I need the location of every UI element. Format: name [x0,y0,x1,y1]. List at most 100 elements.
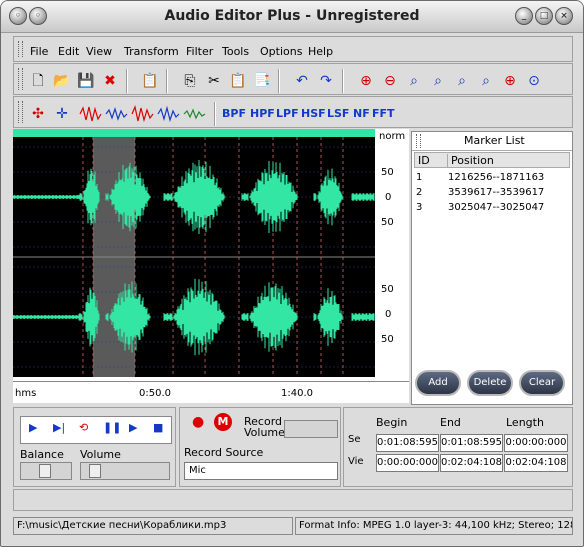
hpf-button[interactable]: HPF [250,107,275,120]
marker-list-title: Marker List [464,134,525,147]
add-marker-button[interactable]: Add [415,370,461,396]
selection-begin-field[interactable]: 0:01:08:595 [376,434,439,452]
copy-icon[interactable]: ⎘ [180,71,200,91]
record-volume-slider[interactable] [284,420,338,438]
marker-row[interactable]: 3 3025047--3025047 [416,202,544,213]
slider-thumb[interactable] [89,464,101,478]
scale-label: 50 [381,284,394,295]
slider-thumb[interactable] [39,464,51,478]
marker-columns: ID Position [414,152,570,168]
marker-list-header: Marker List [412,132,572,151]
zoom-out-icon[interactable]: ⊖ [380,71,400,91]
waveform-view[interactable] [12,137,375,377]
zoom-in-icon[interactable]: ⊕ [356,71,376,91]
menu-edit[interactable]: Edit [58,45,79,58]
record-panel: ● M Record Volume Record Source Mic [179,407,341,487]
scale-label: 50 [381,167,394,178]
time-label: 0:50.0 [139,388,171,399]
split-channel-icon[interactable]: ✛ [52,104,72,124]
properties-icon[interactable]: 📋 [140,71,160,91]
zoom-full-icon[interactable]: ⌕ [428,71,448,91]
view-end-field[interactable]: 0:02:04:108 [440,454,503,472]
bpf-button[interactable]: BPF [222,107,246,120]
close-button[interactable]: × [555,7,573,25]
lpf-button[interactable]: LPF [276,107,299,120]
paste-mix-icon[interactable]: 📑 [252,71,272,91]
open-file-icon[interactable]: 📂 [52,71,72,91]
empty-toolbar [13,489,573,511]
selection-length-field[interactable]: 0:00:00:000 [504,434,568,452]
record-source-select[interactable]: Mic [184,462,338,480]
maximize-button[interactable]: □ [535,7,553,25]
menu-view[interactable]: View [86,45,112,58]
menu-filter[interactable]: Filter [186,45,213,58]
volume-slider[interactable] [80,462,170,480]
clear-markers-button[interactable]: Clear [519,370,565,396]
channel-swap-icon[interactable]: ✣ [28,104,48,124]
marker-row[interactable]: 1 1216256--1871163 [416,172,544,183]
column-position[interactable]: Position [447,154,494,167]
toolbar-separator [342,69,344,93]
format-info-status: Format Info: MPEG 1.0 layer-3: 44,100 kH… [295,517,573,535]
menu-file[interactable]: File [30,45,48,58]
view-begin-field[interactable]: 0:00:00:000 [376,454,439,472]
paste-icon[interactable]: 📋 [228,71,248,91]
toolbar-separator [126,69,128,93]
volume-label: Volume [80,448,121,461]
fft-button[interactable]: FFT [372,107,395,120]
zoom-reset-icon[interactable]: ⊙ [524,71,544,91]
pause-icon[interactable]: ❚❚ [103,421,121,434]
save-icon[interactable]: 💾 [76,71,96,91]
new-file-icon[interactable]: 🗋 [28,71,48,91]
menu-tools[interactable]: Tools [222,45,249,58]
title-bar: ◦ ◦ Audio Editor Plus - Unregistered _ □… [1,1,583,33]
amplitude-scale: norm 50 0 50 50 0 50 [375,129,409,377]
window-title: Audio Editor Plus - Unregistered [164,8,420,24]
loop-play-icon[interactable]: ⟲ [79,421,88,434]
balance-slider[interactable] [20,462,72,480]
view-row-label: Vie [348,456,364,467]
view-length-field[interactable]: 0:02:04:108 [504,454,568,472]
monitor-icon[interactable]: M [214,413,232,431]
transport-panel: ▶ ▶| ⟲ ❚❚ ▶ ■ Balance Volume [13,407,176,487]
ruler-ticks [13,377,409,382]
nf-button[interactable]: NF [353,107,370,120]
stop-icon[interactable]: ■ [153,421,163,434]
effects-toolbar: ✣ ✛ BPF HPF LPF HSF LSF NF FFT [13,96,573,128]
minimize-button[interactable]: _ [515,7,533,25]
menu-grip [18,41,23,57]
menu-help[interactable]: Help [308,45,333,58]
waveform-channel [12,278,375,356]
scale-label: 50 [381,217,394,228]
marker-row[interactable]: 2 3539617--3539617 [416,187,544,198]
selection-end-field[interactable]: 0:01:08:595 [440,434,503,452]
zoom-fit-icon[interactable]: ⊕ [500,71,520,91]
record-source-label: Record Source [184,446,264,459]
hsf-button[interactable]: HSF [301,107,326,120]
transport-buttons: ▶ ▶| ⟲ ❚❚ ▶ ■ [20,416,172,444]
menu-transform[interactable]: Transform [124,45,179,58]
play-to-end-icon[interactable]: ▶| [53,421,65,434]
column-id[interactable]: ID [418,154,430,167]
zoom-vertical-in-icon[interactable]: ⌕ [452,71,472,91]
delete-marker-button[interactable]: Delete [467,370,513,396]
redo-icon[interactable]: ↷ [316,71,336,91]
scale-label: 50 [381,334,394,345]
menu-options[interactable]: Options [260,45,302,58]
overview-bar[interactable] [13,129,375,137]
play-selection-icon[interactable]: ▶ [129,421,137,434]
undo-icon[interactable]: ↶ [292,71,312,91]
time-ruler[interactable]: hms 0:50.0 1:40.0 [13,377,409,403]
waveform-canvas[interactable] [12,137,375,377]
zoom-selection-icon[interactable]: ⌕ [404,71,424,91]
toolbar-separator [278,69,280,93]
lsf-button[interactable]: LSF [327,107,349,120]
delete-icon[interactable]: ✖ [100,71,120,91]
selection-row-label: Se [348,434,361,445]
record-volume-label: Record Volume [244,415,285,439]
play-icon[interactable]: ▶ [29,421,37,434]
record-icon[interactable]: ● [192,414,204,430]
cut-icon[interactable]: ✂ [204,71,224,91]
zoom-vertical-out-icon[interactable]: ⌕ [476,71,496,91]
marker-grip [416,134,421,148]
